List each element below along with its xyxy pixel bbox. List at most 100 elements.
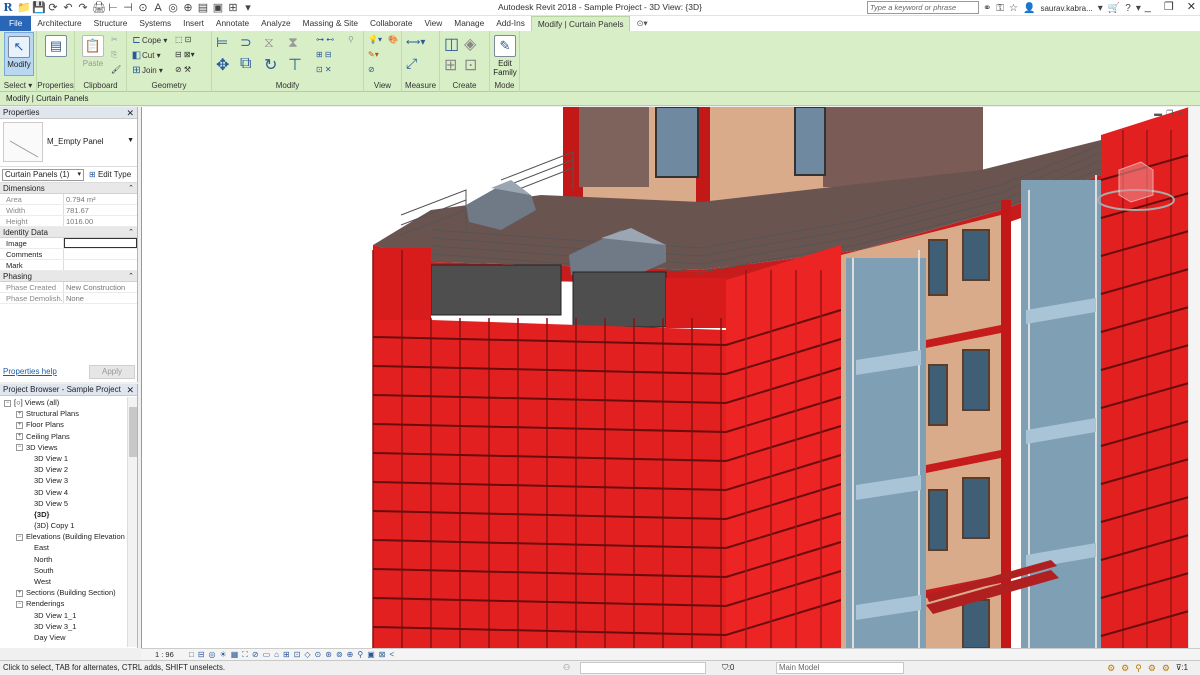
view-control-icon[interactable]: ⊟	[198, 649, 205, 660]
view-control-icon[interactable]: ⊛	[325, 649, 332, 660]
collapse-icon[interactable]: −	[16, 533, 23, 541]
tree-item[interactable]: − Renderings	[0, 598, 127, 609]
view-control-icon[interactable]: ▭	[263, 649, 271, 660]
properties-header[interactable]: Properties ✕	[0, 107, 137, 119]
restore-icon[interactable]: ❐	[1166, 109, 1173, 118]
override-graphics-icon[interactable]: ✎▾	[368, 50, 379, 59]
view-control-icon[interactable]: ⊞	[283, 649, 290, 660]
select-panel-label[interactable]: Select ▾	[0, 81, 36, 90]
view-control-icon[interactable]: ⊠	[379, 649, 386, 660]
hide-in-view-icon[interactable]: 💡▾	[368, 35, 382, 44]
tree-item[interactable]: Day View	[0, 632, 127, 643]
workset-dropdown[interactable]	[580, 662, 706, 674]
undo-icon[interactable]: ↶	[62, 1, 74, 15]
select-face-icon[interactable]: ⚙	[1148, 661, 1156, 675]
tree-item[interactable]: {3D}	[0, 509, 127, 520]
tab-modify-curtain-panels[interactable]: Modify | Curtain Panels	[530, 16, 631, 31]
array-icon[interactable]: ⊞ ⊟	[316, 50, 332, 59]
tree-item[interactable]: 3D View 4	[0, 487, 127, 498]
scale-icon[interactable]: ⊡ ✕	[316, 65, 332, 74]
property-value[interactable]: New Construction	[64, 282, 137, 292]
tree-item[interactable]: North	[0, 554, 127, 565]
split-icon[interactable]: ⊶ ⊷	[316, 35, 334, 44]
instance-filter-dropdown[interactable]: Curtain Panels (1) ▾	[2, 169, 84, 181]
copy-icon[interactable]: ⎘	[111, 50, 117, 60]
mirror-draw-icon[interactable]: ⧗	[288, 34, 298, 51]
restore-button[interactable]: ❐	[1164, 0, 1174, 15]
chevron-down-icon[interactable]: ▼	[127, 137, 134, 144]
view-control-icon[interactable]: ⌂	[274, 649, 279, 660]
star-icon[interactable]: ☆	[1009, 3, 1018, 14]
apply-button[interactable]: Apply	[89, 365, 135, 379]
key-icon[interactable]: ⚿	[996, 3, 1004, 14]
worksets-icon[interactable]: ⚇	[563, 661, 570, 675]
tab-add-ins[interactable]: Add-Ins	[490, 16, 531, 31]
paste-button[interactable]: 📋 Paste	[78, 32, 108, 76]
dimension-icon[interactable]: ⊣	[122, 1, 134, 15]
thin-lines-icon[interactable]: ▤	[197, 1, 209, 15]
create-group-icon[interactable]: ⊞	[444, 55, 457, 75]
cut-geometry-button[interactable]: ◧Cut ▾	[131, 50, 161, 61]
tab-analyze[interactable]: Analyze	[255, 16, 297, 31]
cut-icon[interactable]: ✂	[111, 35, 118, 44]
scrollbar-thumb[interactable]	[129, 407, 137, 457]
group-phasing[interactable]: Phasing ⌃	[0, 271, 137, 282]
tab-architecture[interactable]: Architecture	[31, 16, 87, 31]
match-properties-icon[interactable]: 🖌	[111, 65, 121, 74]
tree-item[interactable]: South	[0, 565, 127, 576]
create-assembly-icon[interactable]: ◫	[444, 34, 459, 54]
create-similar-icon[interactable]: ⊡	[464, 55, 477, 75]
pin-icon[interactable]: ⚲	[348, 35, 354, 44]
property-value[interactable]	[64, 260, 137, 270]
chevron-down-icon[interactable]: ▾	[1098, 3, 1103, 14]
tree-item[interactable]: 3D View 1	[0, 453, 127, 464]
mirror-axis-icon[interactable]: ⧖	[264, 34, 274, 51]
view-scale[interactable]: 1 : 96	[155, 649, 174, 660]
collapse-icon[interactable]: −	[16, 600, 23, 608]
tree-item[interactable]: 3D View 5	[0, 498, 127, 509]
collapse-icon[interactable]: ⌃	[128, 271, 134, 282]
tab-structure[interactable]: Structure	[88, 16, 134, 31]
close-icon[interactable]: ✕	[126, 107, 134, 119]
close-hidden-icon[interactable]: ▣	[212, 1, 224, 15]
tab-options[interactable]: ⊙▾	[630, 16, 653, 31]
sync-icon[interactable]: ⟳	[47, 1, 59, 15]
user-name[interactable]: saurav.kabra...	[1040, 4, 1092, 13]
tree-item[interactable]: East	[0, 542, 127, 553]
print-icon[interactable]: 🖨	[92, 1, 106, 15]
property-value[interactable]: None	[64, 293, 137, 303]
tree-item[interactable]: 3D View 3	[0, 475, 127, 486]
view-control-icon[interactable]: ☀	[220, 649, 227, 660]
tree-item[interactable]: {3D} Copy 1	[0, 520, 127, 531]
expand-icon[interactable]: +	[16, 589, 23, 597]
drag-elements-icon[interactable]: ⚙	[1162, 661, 1170, 675]
browser-scrollbar[interactable]	[127, 397, 137, 647]
measure-icon[interactable]: ⟷▾	[406, 37, 425, 48]
minimize-button[interactable]: _	[1145, 0, 1151, 15]
expand-icon[interactable]: +	[16, 433, 23, 441]
customize-icon[interactable]: ▾	[242, 1, 254, 15]
search-input[interactable]: Type a keyword or phrase	[867, 1, 979, 14]
property-value[interactable]: 1016.00	[64, 216, 137, 226]
tab-manage[interactable]: Manage	[448, 16, 490, 31]
tree-item[interactable]: − [○] Views (all)	[0, 397, 127, 408]
binoculars-icon[interactable]: ⚭	[983, 3, 991, 14]
tree-item[interactable]: 3D View 1_1	[0, 610, 127, 621]
tree-item[interactable]: 3D View 2	[0, 464, 127, 475]
join-button[interactable]: ⊞Join ▾	[131, 65, 163, 76]
user-icon[interactable]: 👤	[1023, 3, 1035, 14]
demolish-icon[interactable]: ⊘ ⚒	[175, 65, 191, 74]
cope-button[interactable]: ⊏Cope ▾	[131, 35, 167, 46]
property-value[interactable]: 0.794 m²	[64, 194, 137, 204]
type-selector[interactable]: M_Empty Panel ▼	[0, 119, 137, 167]
tab-file[interactable]: File	[0, 16, 32, 31]
edit-family-button[interactable]: ✎ Edit Family	[490, 32, 520, 77]
tree-item[interactable]: 3D View 3_1	[0, 621, 127, 632]
property-value[interactable]	[64, 249, 137, 259]
collapse-icon[interactable]: −	[16, 444, 23, 452]
redo-icon[interactable]: ↷	[77, 1, 89, 15]
building-model[interactable]	[142, 107, 1188, 648]
collapse-icon[interactable]: −	[4, 399, 11, 407]
trim-icon[interactable]: ⊤	[288, 55, 302, 75]
tree-item[interactable]: West	[0, 576, 127, 587]
